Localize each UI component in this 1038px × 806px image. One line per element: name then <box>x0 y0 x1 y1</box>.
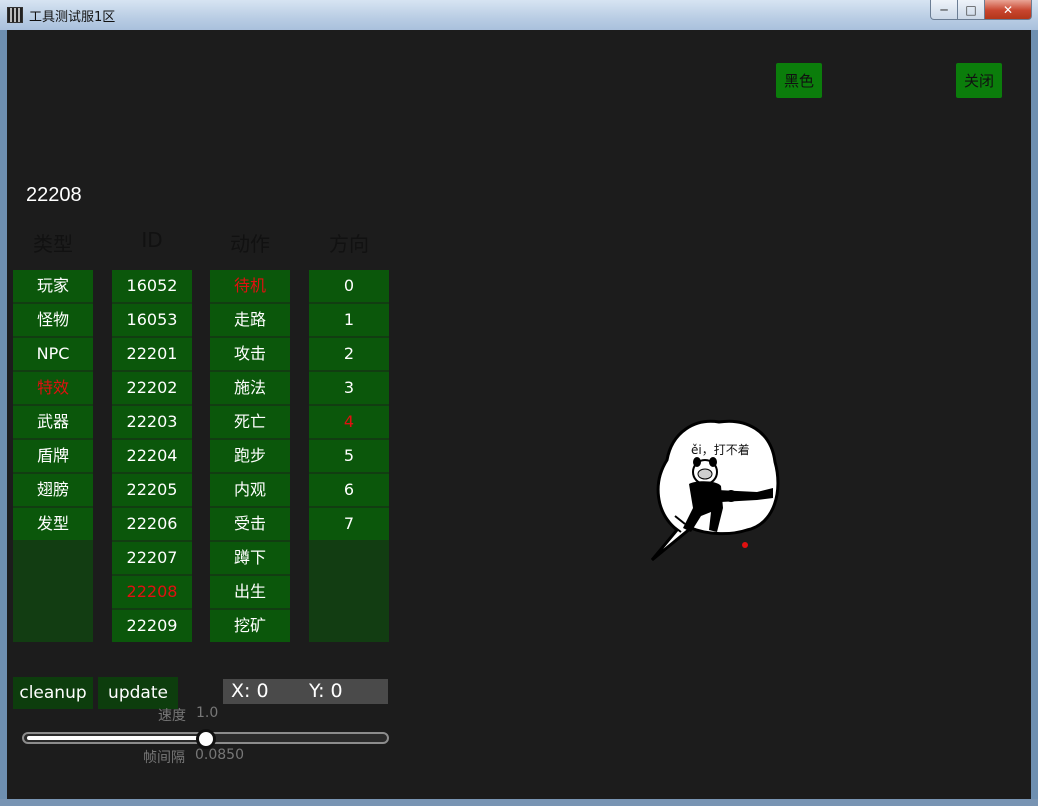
type-item[interactable]: 盾牌 <box>13 440 93 472</box>
cleanup-button[interactable]: cleanup <box>13 677 93 709</box>
direction-item[interactable]: 3 <box>309 372 389 404</box>
direction-list: 01234567 <box>309 270 389 642</box>
action-item[interactable]: 挖矿 <box>210 610 290 642</box>
action-list: 待机 走路 攻击 施法 死亡 跑步 内观 受击 蹲下 出生 挖矿 <box>210 270 290 642</box>
direction-item[interactable]: 4 <box>309 406 389 438</box>
coordinate-readout: X: 0 Y: 0 <box>223 679 388 704</box>
slider-knob[interactable] <box>196 729 216 749</box>
action-item[interactable]: 死亡 <box>210 406 290 438</box>
type-item[interactable]: 玩家 <box>13 270 93 302</box>
app-canvas: 黑色 关闭 22208 类型 ID 动作 方向 玩家 怪物 NPC 特效 武器 盾牌 翅膀发… <box>7 30 1031 799</box>
id-column-header: ID <box>141 228 163 252</box>
speed-value: 1.0 <box>196 705 219 721</box>
direction-item[interactable]: 7 <box>309 508 389 540</box>
y-coordinate: Y: 0 <box>309 680 343 702</box>
action-item[interactable]: 跑步 <box>210 440 290 472</box>
action-item[interactable]: 攻击 <box>210 338 290 370</box>
window-bottom-border <box>0 799 1038 806</box>
close-button[interactable]: 关闭 <box>956 63 1002 98</box>
action-column-header: 动作 <box>230 232 270 256</box>
type-item[interactable]: 发型 <box>13 508 93 540</box>
speed-slider[interactable] <box>22 729 389 749</box>
id-item[interactable]: 22209 <box>112 610 192 642</box>
window-close-button[interactable]: ✕ <box>984 0 1032 20</box>
id-item[interactable]: 22207 <box>112 542 192 574</box>
black-button[interactable]: 黑色 <box>776 63 822 98</box>
id-item[interactable]: 22203 <box>112 406 192 438</box>
current-id-label: 22208 <box>26 184 82 206</box>
interval-value: 0.0850 <box>195 747 244 763</box>
window-title: 工具测试服1区 <box>29 10 116 25</box>
direction-item[interactable]: 5 <box>309 440 389 472</box>
direction-item[interactable]: 2 <box>309 338 389 370</box>
id-item[interactable]: 22202 <box>112 372 192 404</box>
app-icon <box>7 7 23 23</box>
id-item[interactable]: 16052 <box>112 270 192 302</box>
action-item[interactable]: 施法 <box>210 372 290 404</box>
direction-item[interactable]: 6 <box>309 474 389 506</box>
action-item[interactable]: 内观 <box>210 474 290 506</box>
id-list: 16052 16053 22201 22202 22203 22204 22205 22206… <box>112 270 192 642</box>
id-item[interactable]: 22204 <box>112 440 192 472</box>
title-bar[interactable]: 工具测试服1区 ─ □ ✕ <box>0 0 1038 30</box>
type-item[interactable]: 特效 <box>13 372 93 404</box>
type-item[interactable]: NPC <box>13 338 93 370</box>
action-item[interactable]: 蹲下 <box>210 542 290 574</box>
slider-fill <box>27 736 206 740</box>
type-item[interactable]: 怪物 <box>13 304 93 336</box>
type-column-header: 类型 <box>33 232 73 256</box>
minimize-button[interactable]: ─ <box>930 0 958 20</box>
maximize-button[interactable]: □ <box>957 0 985 20</box>
type-item[interactable]: 翅膀 <box>13 474 93 506</box>
id-item[interactable]: 16053 <box>112 304 192 336</box>
action-item[interactable]: 待机 <box>210 270 290 302</box>
action-item[interactable]: 受击 <box>210 508 290 540</box>
id-item[interactable]: 22201 <box>112 338 192 370</box>
id-item[interactable]: 22206 <box>112 508 192 540</box>
action-item[interactable]: 出生 <box>210 576 290 608</box>
type-list: 玩家 怪物 NPC 特效 武器 盾牌 翅膀 发型 <box>13 270 93 642</box>
id-item[interactable]: 22205 <box>112 474 192 506</box>
direction-item[interactable]: 0 <box>309 270 389 302</box>
direction-item[interactable]: 1 <box>309 304 389 336</box>
x-coordinate: X: 0 <box>231 680 269 702</box>
panda-meme-icon <box>650 419 780 562</box>
interval-label: 帧间隔 <box>143 750 185 766</box>
bubble-text: ěi，打不着 <box>691 443 750 457</box>
action-item[interactable]: 走路 <box>210 304 290 336</box>
type-item[interactable]: 武器 <box>13 406 93 438</box>
direction-column-header: 方向 <box>329 232 369 256</box>
id-item[interactable]: 22208 <box>112 576 192 608</box>
speed-label: 速度 <box>158 708 186 724</box>
